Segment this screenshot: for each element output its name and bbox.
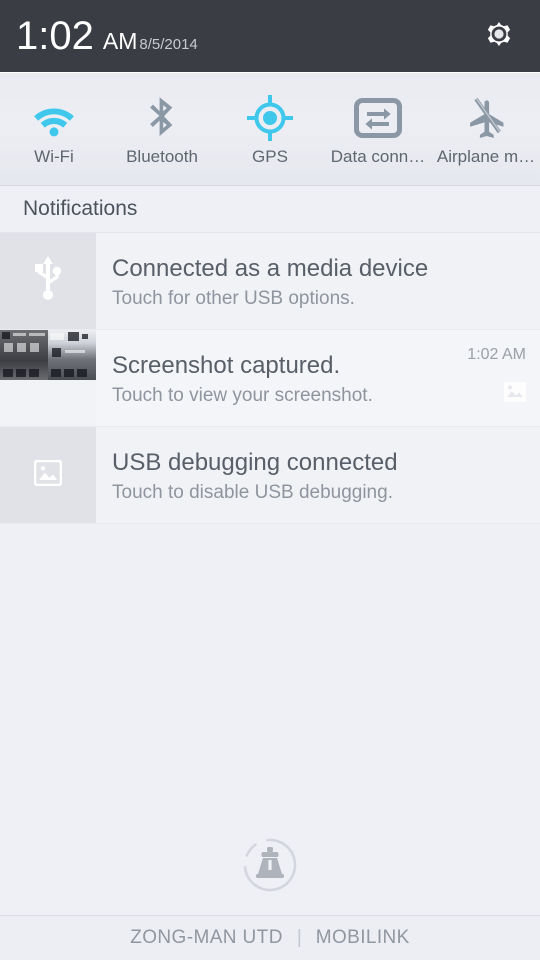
carrier-separator: |: [296, 927, 302, 948]
notification-shade: 1:02 AM 8/5/2014 Wi-Fi Bluetooth GPS Dat…: [0, 0, 540, 960]
clock-ampm: AM: [102, 28, 138, 54]
clock-block: 1:02 AM 8/5/2014: [16, 16, 476, 56]
image-icon: [504, 382, 526, 407]
clock-date: 8/5/2014: [139, 36, 198, 53]
image-placeholder-icon: [33, 459, 63, 491]
notifications-section-header: Notifications: [0, 186, 540, 233]
toggle-wifi-label: Wi-Fi: [34, 146, 74, 166]
toggle-bluetooth-label: Bluetooth: [126, 146, 198, 166]
toggle-airplane-mode[interactable]: Airplane m…: [432, 72, 540, 185]
notification-list-empty-space: [0, 524, 540, 819]
quick-settings-toggles: Wi-Fi Bluetooth GPS Data conn… Airplane …: [0, 72, 540, 186]
notification-meta: [448, 233, 540, 329]
notification-title: Connected as a media device: [112, 255, 429, 282]
toggle-bluetooth[interactable]: Bluetooth: [108, 72, 216, 185]
toggle-wifi[interactable]: Wi-Fi: [0, 72, 108, 185]
bluetooth-icon: [145, 95, 179, 141]
screenshot-thumbnail: [0, 330, 96, 380]
notification-icon-cell: [0, 427, 96, 523]
notification-text: USB debugging connected Touch to disable…: [96, 427, 448, 523]
notification-list: Connected as a media device Touch for ot…: [0, 233, 540, 819]
notifications-section-title: Notifications: [23, 197, 138, 220]
status-header: 1:02 AM 8/5/2014: [0, 0, 540, 72]
notification-icon-cell: [0, 233, 96, 329]
notification-meta: 1:02 AM: [448, 330, 540, 426]
notification-subtitle: Touch to view your screenshot.: [112, 385, 373, 406]
carrier-sim2-label: MOBILINK: [315, 927, 410, 948]
carrier-bar: ZONG-MAN UTD | MOBILINK: [0, 915, 540, 960]
toggle-gps-label: GPS: [252, 146, 288, 166]
toggle-data-connection[interactable]: Data conn…: [324, 72, 432, 185]
notification-time: 1:02 AM: [467, 346, 526, 363]
carrier-sim1-label: ZONG-MAN UTD: [130, 927, 283, 948]
data-connection-icon: [354, 95, 402, 141]
screenshot-thumbnail-left: [0, 330, 48, 380]
panel-handle-area: [0, 819, 540, 915]
notification-text: Connected as a media device Touch for ot…: [96, 233, 448, 329]
notification-item-screenshot[interactable]: Screenshot captured. Touch to view your …: [0, 330, 540, 427]
settings-button[interactable]: [476, 13, 522, 59]
notification-subtitle: Touch to disable USB debugging.: [112, 482, 393, 503]
notification-item-usb-debugging[interactable]: USB debugging connected Touch to disable…: [0, 427, 540, 524]
toggle-data-connection-label: Data conn…: [330, 146, 426, 166]
toggle-airplane-mode-label: Airplane m…: [436, 146, 536, 166]
toggle-gps[interactable]: GPS: [216, 72, 324, 185]
notification-text: Screenshot captured. Touch to view your …: [96, 330, 448, 426]
gear-icon: [481, 16, 517, 57]
wifi-icon: [28, 95, 80, 141]
notification-meta: [448, 427, 540, 523]
gps-icon: [247, 94, 293, 141]
notification-title: USB debugging connected: [112, 449, 398, 476]
notification-icon-cell: [0, 330, 96, 426]
clock-time: 1:02: [16, 14, 94, 58]
notification-handle-icon: [241, 836, 299, 899]
notification-item-media-device[interactable]: Connected as a media device Touch for ot…: [0, 233, 540, 330]
notification-subtitle: Touch for other USB options.: [112, 288, 355, 309]
panel-handle-button[interactable]: [241, 838, 299, 896]
notification-title: Screenshot captured.: [112, 352, 341, 379]
airplane-mode-icon: [463, 95, 509, 141]
screenshot-thumbnail-right: [48, 330, 96, 380]
usb-icon: [31, 255, 65, 307]
